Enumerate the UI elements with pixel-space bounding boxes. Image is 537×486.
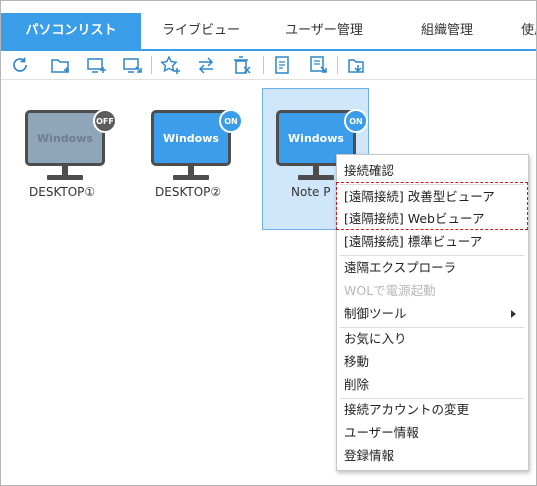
toolbar (1, 51, 536, 80)
os-label: Windows (288, 131, 344, 145)
menu-item-connection-check[interactable]: 接続確認 (344, 160, 394, 182)
add-folder-icon[interactable] (49, 54, 71, 76)
monitor-stand (188, 166, 194, 175)
tab-bar: パソコンリスト ライブビュー ユーザー管理 組織管理 使用 (1, 13, 536, 51)
menu-item-standard-viewer[interactable]: [遠隔接続] 標準ビューア (344, 231, 482, 253)
highlight-box (336, 182, 528, 230)
device-desktop-1[interactable]: Windows OFF DESKTOP① (11, 88, 131, 230)
status-badge: ON (219, 109, 243, 133)
tab-user-management[interactable]: ユーザー管理 (261, 13, 387, 49)
menu-item-change-account[interactable]: 接続アカウントの変更 (344, 399, 469, 421)
menu-item-move[interactable]: 移動 (344, 351, 369, 373)
menu-item-favorites[interactable]: お気に入り (344, 328, 407, 350)
document-icon[interactable] (271, 54, 293, 76)
toolbar-separator (337, 56, 338, 74)
tab-live-view[interactable]: ライブビュー (141, 13, 261, 49)
monitor-stand (62, 166, 68, 175)
status-badge: ON (344, 109, 368, 133)
add-pc-icon[interactable] (85, 54, 107, 76)
monitor-base (47, 175, 83, 180)
menu-item-user-info[interactable]: ユーザー情報 (344, 422, 419, 444)
monitor-base (298, 175, 334, 180)
menu-divider (340, 255, 524, 256)
toolbar-separator (263, 56, 264, 74)
import-icon[interactable] (345, 54, 367, 76)
os-label: Windows (163, 131, 219, 145)
menu-item-wol-power-on: WOLで電源起動 (344, 283, 436, 298)
device-desktop-2[interactable]: Windows ON DESKTOP② (137, 88, 257, 230)
status-badge: OFF (93, 109, 117, 133)
monitor-stand (313, 166, 319, 175)
os-label: Windows (37, 131, 93, 145)
menu-item-registration-info[interactable]: 登録情報 (344, 445, 394, 467)
app-frame: パソコンリスト ライブビュー ユーザー管理 組織管理 使用 (0, 0, 537, 486)
delete-icon[interactable] (231, 54, 253, 76)
tab-pc-list[interactable]: パソコンリスト (1, 13, 141, 49)
menu-item-control-tools[interactable]: 制御ツール (344, 303, 522, 325)
menu-item-label: 制御ツール (344, 306, 407, 321)
submenu-arrow-icon (511, 310, 516, 318)
toolbar-separator (151, 56, 152, 74)
menu-item-delete[interactable]: 削除 (344, 374, 369, 396)
monitor-base (173, 175, 209, 180)
tab-usage[interactable]: 使用 (507, 13, 536, 49)
move-pc-icon[interactable] (121, 54, 143, 76)
favorite-add-icon[interactable] (159, 54, 181, 76)
export-icon[interactable] (307, 54, 329, 76)
menu-item-remote-explorer[interactable]: 遠隔エクスプローラ (344, 257, 456, 279)
refresh-icon[interactable] (9, 54, 31, 76)
device-name: DESKTOP① (29, 185, 96, 199)
transfer-icon[interactable] (195, 54, 217, 76)
device-name: DESKTOP② (155, 185, 222, 199)
device-name: Note P (291, 185, 331, 199)
tab-organization-management[interactable]: 組織管理 (387, 13, 507, 49)
